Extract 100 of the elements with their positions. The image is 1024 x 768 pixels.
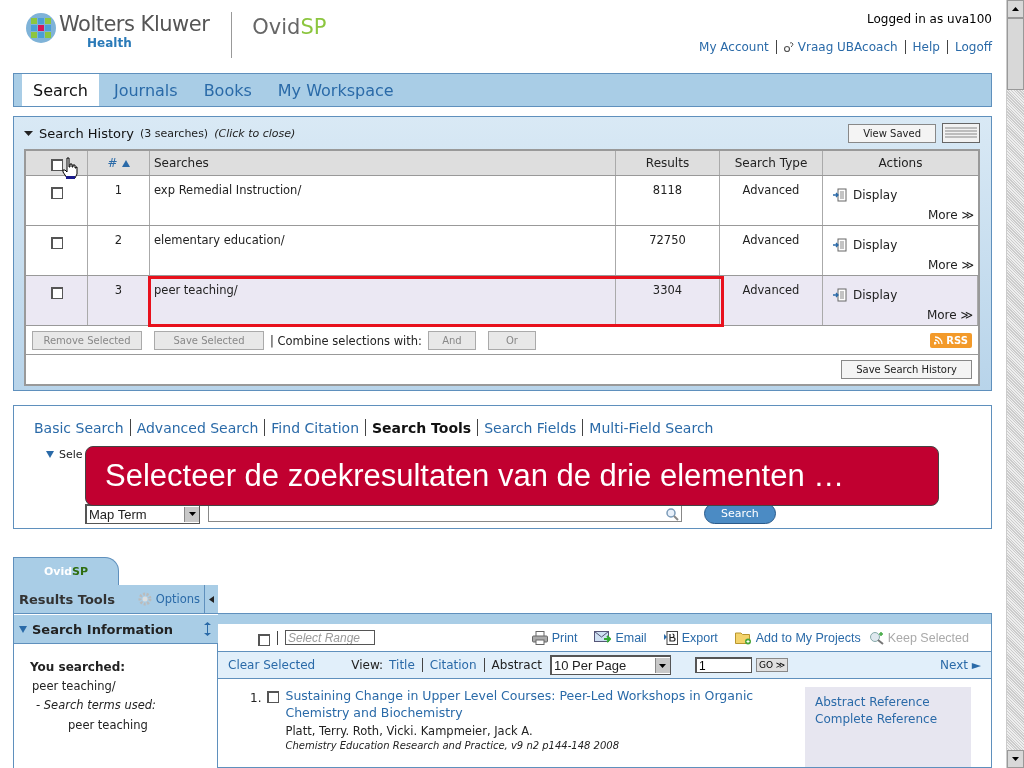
combine-button[interactable]: Or	[487, 331, 536, 351]
nav-tab[interactable]: My Workspace	[266, 74, 405, 107]
page-number-field[interactable]: 1	[694, 657, 752, 673]
header-cell: Search Type	[720, 151, 823, 176]
nav-tab[interactable]: Journals	[102, 74, 189, 107]
history-action-button[interactable]: Remove Selected	[32, 331, 142, 351]
dropdown-arrow-icon[interactable]	[659, 663, 667, 668]
table-cell: 3	[88, 276, 150, 326]
expand-triangle-icon[interactable]	[46, 451, 54, 459]
brand-subtitle: Health	[87, 36, 133, 50]
dropdown-arrow-icon[interactable]	[188, 512, 196, 517]
collapse-triangle-icon[interactable]	[24, 128, 33, 138]
table-cell: peer teaching/	[150, 276, 616, 326]
result-source: Chemistry Education Research and Practice, v9 n2 p144-148 2008	[285, 740, 621, 751]
terms-label: - Search terms used:	[36, 698, 157, 712]
nav-tab[interactable]: Books	[192, 74, 263, 107]
view-option-link[interactable]: Citation	[429, 658, 477, 672]
next-page-link[interactable]: Next ►	[940, 658, 981, 672]
resize-vertical-icon[interactable]	[204, 622, 211, 636]
header-cell: Results	[616, 151, 720, 176]
display-icon[interactable]	[833, 287, 847, 302]
history-action-button[interactable]: Save Selected	[154, 331, 264, 351]
instruction-banner: Selecteer de zoekresultaten van de drie elementen …	[85, 446, 939, 507]
product-tab[interactable]: OvidSP	[13, 557, 119, 585]
nav-tab[interactable]: Search	[22, 74, 99, 107]
search-mode-link[interactable]: Advanced Search	[136, 419, 259, 436]
table-cell: Advanced	[720, 176, 823, 226]
search-count: (3 searches)	[140, 126, 209, 140]
display-icon[interactable]	[833, 187, 847, 202]
query-text: peer teaching/	[32, 679, 117, 693]
table-cell: 1	[88, 176, 150, 226]
envelope-icon	[594, 631, 612, 644]
toolbar-action[interactable]: Email	[594, 630, 647, 645]
reference-link[interactable]: Abstract Reference	[815, 695, 971, 709]
printer-icon	[531, 630, 548, 645]
display-link[interactable]: Display	[853, 187, 898, 202]
result-checkbox[interactable]	[267, 691, 280, 703]
product-name: OvidSP	[252, 15, 327, 39]
table-cell: exp Remedial Instruction/	[150, 176, 616, 226]
logged-in-text: Logged in as uva100	[867, 12, 992, 26]
header-link[interactable]: Help	[912, 40, 940, 54]
row-checkbox[interactable]	[50, 287, 63, 300]
select-range-field[interactable]: Select Range	[285, 630, 375, 645]
search-mode-link[interactable]: Find Citation	[271, 419, 359, 436]
globe-logo-icon	[25, 12, 57, 44]
header-link[interactable]: My Account	[699, 40, 769, 54]
more-link[interactable]: More ≫	[926, 307, 973, 322]
search-mode-link[interactable]: Multi-Field Search	[589, 419, 714, 436]
display-link[interactable]: Display	[853, 287, 898, 302]
view-option-link[interactable]: Abstract	[491, 658, 542, 672]
clear-selected-link[interactable]: Clear Selected	[228, 658, 316, 672]
toolbar-action[interactable]: Print	[531, 630, 578, 645]
view-saved-button[interactable]: View Saved	[848, 123, 936, 143]
close-hint[interactable]: (Click to close)	[214, 126, 296, 140]
result-title-link[interactable]: Sustaining Change in Upper Level Courses: Peer-Led Workshops in Organic Chemistry and Biochemistry	[285, 687, 786, 721]
table-cell: elementary education/	[150, 226, 616, 276]
search-icon[interactable]	[665, 506, 679, 521]
section-title[interactable]: Search History	[39, 125, 135, 141]
help-person-icon	[783, 41, 794, 53]
row-checkbox[interactable]	[50, 237, 63, 250]
search-mode-link[interactable]: Search Fields	[484, 419, 577, 436]
toolbar-action[interactable]: Export	[663, 630, 718, 645]
more-link[interactable]: More ≫	[927, 257, 974, 272]
save-history-button[interactable]: Save Search History	[841, 360, 972, 380]
table-cell: 3304	[616, 276, 720, 326]
header-link[interactable]: Vraag UBAcoach	[797, 40, 898, 54]
result-number: 1.	[250, 691, 262, 705]
more-link[interactable]: More ≫	[927, 207, 974, 222]
header-link[interactable]: Logoff	[954, 40, 992, 54]
per-page-select[interactable]: 10 Per Page	[549, 655, 671, 675]
scroll-up-icon[interactable]	[1012, 7, 1019, 11]
grid-view-icon[interactable]	[942, 123, 980, 144]
caret-left-icon	[209, 595, 214, 603]
scroll-down-icon[interactable]	[1012, 757, 1019, 761]
display-icon[interactable]	[833, 237, 847, 252]
toolbar-action[interactable]: Add to My Projects	[734, 630, 861, 645]
section-label: Sele	[59, 448, 83, 462]
select-all-checkbox[interactable]	[50, 159, 63, 172]
display-link[interactable]: Display	[853, 237, 898, 252]
select-all-checkbox[interactable]	[258, 633, 270, 646]
view-label: View:	[351, 658, 384, 672]
search-mode-link[interactable]: Search Tools	[372, 419, 472, 436]
go-button[interactable]: GO ≫	[755, 658, 789, 672]
combine-label: | Combine selections with:	[270, 333, 422, 348]
header-cell[interactable]: #	[88, 151, 150, 176]
export-icon	[663, 630, 678, 645]
scroll-thumb[interactable]	[1007, 18, 1024, 90]
hand-cursor-icon	[62, 157, 78, 180]
brand-name: Wolters Kluwer	[59, 12, 210, 36]
table-cell: Advanced	[720, 276, 823, 326]
reference-link[interactable]: Complete Reference	[815, 712, 971, 726]
result-authors: Platt, Terry. Roth, Vicki. Kampmeier, Jack A.	[285, 724, 534, 738]
options-link[interactable]: Options	[155, 592, 200, 606]
search-mode-link[interactable]: Basic Search	[34, 419, 124, 436]
combine-button[interactable]: And	[427, 331, 476, 351]
row-checkbox[interactable]	[50, 187, 63, 200]
view-option-link[interactable]: Title	[389, 658, 415, 672]
folder-add-icon	[734, 630, 752, 645]
table-cell: 72750	[616, 226, 720, 276]
you-searched-label: You searched:	[30, 660, 127, 674]
